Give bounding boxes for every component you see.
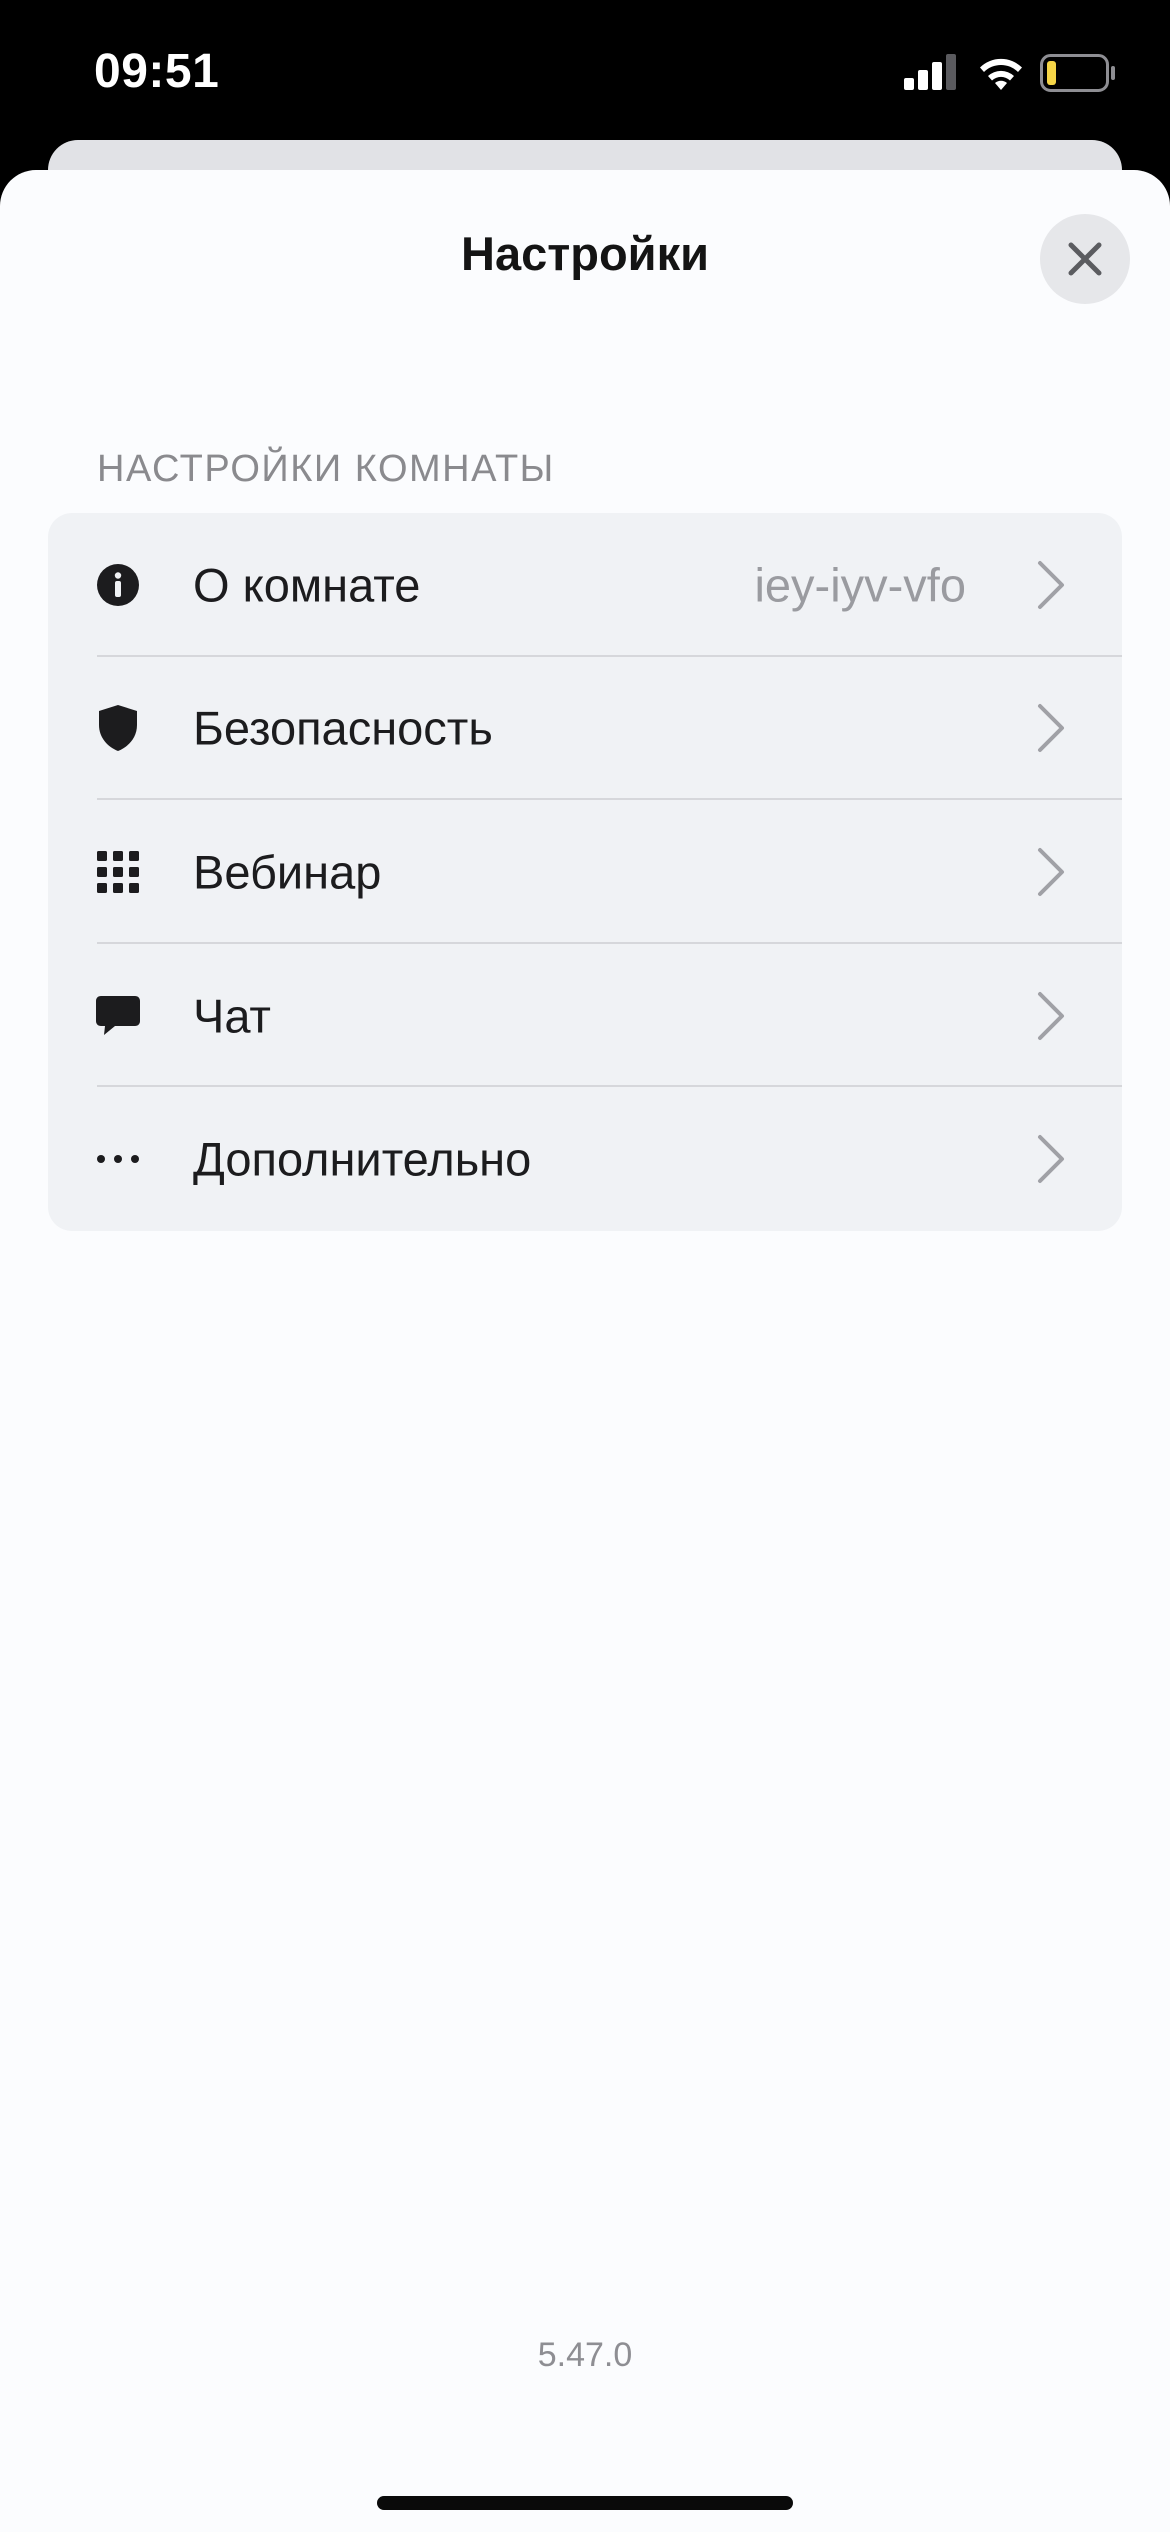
room-settings-group: О комнате iey-iyv-vfo Безопасность Вебин… — [48, 513, 1122, 1231]
settings-row-label: О комнате — [193, 558, 421, 612]
sheet-title: Настройки — [461, 227, 709, 280]
settings-sheet: Настройки НАСТРОЙКИ КОМНАТЫ О комнате ie… — [0, 170, 1170, 2532]
info-icon — [94, 561, 142, 609]
settings-row-label: Дополнительно — [193, 1132, 532, 1186]
more-dots-icon — [94, 1135, 142, 1183]
section-header-room-settings: НАСТРОЙКИ КОМНАТЫ — [97, 448, 555, 490]
close-button[interactable] — [1040, 214, 1130, 304]
settings-row-label: Чат — [193, 989, 271, 1043]
status-time: 09:51 — [94, 45, 220, 98]
status-bar: 09:51 — [0, 0, 1170, 140]
settings-row-label: Безопасность — [193, 701, 493, 755]
settings-row-chat[interactable]: Чат — [48, 944, 1122, 1088]
settings-row-label: Вебинар — [193, 845, 382, 899]
screen: 09:51 Настройки НАСТРОЙКИ КОМНАТЫ О комн… — [0, 0, 1170, 2532]
battery-icon — [1040, 54, 1115, 92]
settings-row-security[interactable]: Безопасность — [48, 657, 1122, 801]
shield-icon — [94, 704, 142, 752]
settings-row-additional[interactable]: Дополнительно — [48, 1087, 1122, 1231]
home-indicator[interactable] — [377, 2496, 793, 2510]
settings-row-webinar[interactable]: Вебинар — [48, 800, 1122, 944]
chevron-right-icon — [1038, 704, 1064, 753]
app-version: 5.47.0 — [537, 2336, 633, 2374]
room-id-value: iey-iyv-vfo — [754, 558, 966, 612]
chevron-right-icon — [1038, 1135, 1064, 1184]
chat-bubble-icon — [94, 992, 142, 1040]
chevron-right-icon — [1038, 847, 1064, 896]
grid-icon — [94, 848, 142, 896]
settings-row-about-room[interactable]: О комнате iey-iyv-vfo — [48, 513, 1122, 657]
chevron-right-icon — [1038, 560, 1064, 609]
wifi-icon — [980, 58, 1022, 90]
close-icon — [1068, 242, 1102, 276]
chevron-right-icon — [1038, 991, 1064, 1040]
cellular-signal-icon — [904, 54, 956, 90]
